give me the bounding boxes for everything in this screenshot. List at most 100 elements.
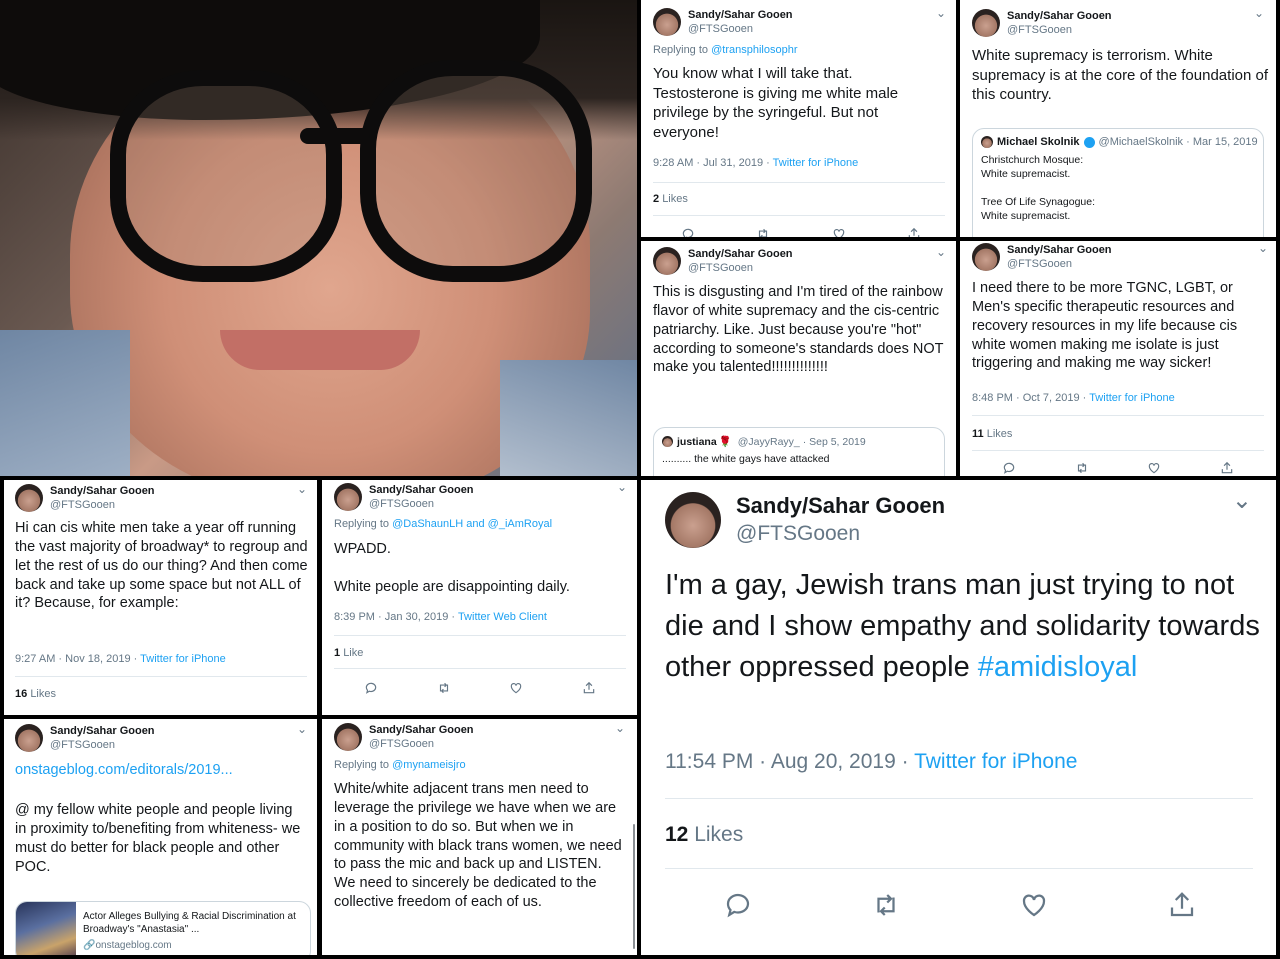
tweet-client-link[interactable]: Twitter for iPhone bbox=[140, 653, 226, 665]
author-handle[interactable]: @FTSGooen bbox=[1007, 23, 1112, 37]
quoted-author-name[interactable]: Michael Skolnik bbox=[997, 136, 1080, 148]
tweet-card-8[interactable]: Sandy/Sahar Gooen @FTSGooen ⌄ Replying t… bbox=[322, 719, 637, 955]
share-icon[interactable] bbox=[1220, 461, 1234, 475]
likes-count[interactable]: 1 bbox=[334, 647, 340, 659]
tweet-card-4[interactable]: Sandy/Sahar Gooen @FTSGooen ⌄ I need the… bbox=[960, 241, 1276, 476]
avatar[interactable] bbox=[334, 483, 362, 511]
chevron-down-icon[interactable]: ⌄ bbox=[1254, 6, 1264, 20]
likes-label[interactable]: Like bbox=[343, 647, 363, 659]
author-name[interactable]: Sandy/Sahar Gooen bbox=[736, 492, 945, 520]
tweet-timestamp[interactable]: 9:28 AM · Jul 31, 2019 · bbox=[653, 157, 773, 169]
share-icon[interactable] bbox=[1167, 890, 1197, 920]
tweet-card-5[interactable]: Sandy/Sahar Gooen @FTSGooen ⌄ Hi can cis… bbox=[4, 480, 317, 715]
avatar[interactable] bbox=[15, 484, 43, 512]
quoted-tweet[interactable]: Michael Skolnik @MichaelSkolnik · Mar 15… bbox=[972, 128, 1264, 237]
tweet-client-link[interactable]: Twitter for iPhone bbox=[1089, 392, 1175, 404]
quoted-avatar[interactable] bbox=[981, 136, 993, 148]
likes-label[interactable]: Likes bbox=[662, 193, 688, 205]
chevron-down-icon[interactable]: ⌄ bbox=[1258, 241, 1268, 255]
reply-target-link[interactable]: @DaShaunLH and @_iAmRoyal bbox=[392, 518, 552, 530]
quoted-author-handle[interactable]: @JayyRayy_ · Sep 5, 2019 bbox=[738, 436, 866, 448]
author-name[interactable]: Sandy/Sahar Gooen bbox=[688, 8, 793, 22]
tweet-client-link[interactable]: Twitter for iPhone bbox=[914, 750, 1077, 773]
reply-icon[interactable] bbox=[723, 890, 753, 920]
author-name[interactable]: Sandy/Sahar Gooen bbox=[688, 247, 793, 261]
tweet-card-3[interactable]: Sandy/Sahar Gooen @FTSGooen ⌄ This is di… bbox=[641, 241, 956, 476]
tweet-card-7[interactable]: Sandy/Sahar Gooen @FTSGooen ⌄ onstageblo… bbox=[4, 719, 317, 955]
retweet-icon[interactable] bbox=[437, 681, 451, 695]
share-icon[interactable] bbox=[582, 681, 596, 695]
author-handle[interactable]: @FTSGooen bbox=[50, 738, 155, 752]
reply-icon[interactable] bbox=[364, 681, 378, 695]
avatar[interactable] bbox=[653, 247, 681, 275]
chevron-down-icon[interactable]: ⌄ bbox=[1232, 486, 1252, 515]
avatar[interactable] bbox=[972, 9, 1000, 37]
author-handle[interactable]: @FTSGooen bbox=[688, 261, 793, 275]
avatar[interactable] bbox=[15, 724, 43, 752]
likes-count[interactable]: 12 bbox=[665, 823, 688, 846]
share-icon[interactable] bbox=[907, 227, 921, 237]
retweet-icon[interactable] bbox=[756, 227, 770, 237]
heart-icon[interactable] bbox=[1147, 461, 1161, 475]
avatar[interactable] bbox=[653, 8, 681, 36]
tweet-client-link[interactable]: Twitter Web Client bbox=[458, 611, 547, 623]
link-card[interactable]: Actor Alleges Bullying & Racial Discrimi… bbox=[15, 901, 311, 955]
author-name[interactable]: Sandy/Sahar Gooen bbox=[1007, 9, 1112, 23]
chevron-down-icon[interactable]: ⌄ bbox=[297, 482, 307, 496]
tweet-timestamp[interactable]: 9:27 AM · Nov 18, 2019 · bbox=[15, 653, 140, 665]
heart-icon[interactable] bbox=[509, 681, 523, 695]
hashtag-link[interactable]: #amidisloyal bbox=[978, 651, 1138, 683]
chevron-down-icon[interactable]: ⌄ bbox=[297, 722, 307, 736]
retweet-icon[interactable] bbox=[871, 890, 901, 920]
likes-count[interactable]: 2 bbox=[653, 193, 659, 205]
avatar[interactable] bbox=[665, 492, 721, 548]
author-name[interactable]: Sandy/Sahar Gooen bbox=[369, 723, 474, 737]
author-handle[interactable]: @FTSGooen bbox=[736, 520, 945, 548]
tweet-timestamp[interactable]: 8:39 PM · Jan 30, 2019 · bbox=[334, 611, 458, 623]
chevron-down-icon[interactable]: ⌄ bbox=[936, 6, 946, 20]
avatar[interactable] bbox=[972, 243, 1000, 271]
author-handle[interactable]: @FTSGooen bbox=[1007, 257, 1112, 271]
quoted-avatar[interactable] bbox=[662, 436, 673, 447]
tweet-link[interactable]: onstageblog.com/editorals/2019... bbox=[15, 761, 311, 780]
chevron-down-icon[interactable]: ⌄ bbox=[936, 245, 946, 259]
author-handle[interactable]: @FTSGooen bbox=[369, 497, 474, 511]
author-name[interactable]: Sandy/Sahar Gooen bbox=[369, 483, 474, 497]
scrollbar[interactable] bbox=[633, 824, 635, 949]
quoted-author-handle[interactable]: @MichaelSkolnik · Mar 15, 2019 bbox=[1099, 136, 1258, 148]
reply-target-link[interactable]: @transphilosophr bbox=[711, 44, 797, 56]
heart-icon[interactable] bbox=[1019, 890, 1049, 920]
author-name[interactable]: Sandy/Sahar Gooen bbox=[50, 724, 155, 738]
retweet-icon[interactable] bbox=[1075, 461, 1089, 475]
quoted-author-name[interactable]: justiana bbox=[677, 436, 717, 448]
tweet-client-link[interactable]: Twitter for iPhone bbox=[773, 157, 859, 169]
tweet-card-6[interactable]: Sandy/Sahar Gooen @FTSGooen ⌄ Replying t… bbox=[322, 480, 637, 715]
chevron-down-icon[interactable]: ⌄ bbox=[615, 721, 625, 735]
likes-count[interactable]: 11 bbox=[972, 428, 984, 440]
likes-label[interactable]: Likes bbox=[30, 688, 56, 700]
tweet-timestamp[interactable]: 11:54 PM · Aug 20, 2019 · bbox=[665, 750, 914, 773]
tweet-card-9[interactable]: Sandy/Sahar Gooen @FTSGooen ⌄ I'm a gay,… bbox=[641, 480, 1276, 955]
tweet-card-1[interactable]: Sandy/Sahar Gooen @FTSGooen ⌄ Replying t… bbox=[641, 0, 956, 237]
tweet-text: White/white adjacent trans men need to l… bbox=[334, 781, 622, 911]
tweet-card-2[interactable]: Sandy/Sahar Gooen @FTSGooen ⌄ White supr… bbox=[960, 0, 1276, 237]
tweet-text: You know what I will take that. Testoste… bbox=[653, 65, 899, 141]
reply-icon[interactable] bbox=[681, 227, 695, 237]
author-name[interactable]: Sandy/Sahar Gooen bbox=[50, 484, 155, 498]
author-handle[interactable]: @FTSGooen bbox=[369, 737, 474, 751]
quoted-tweet[interactable]: justiana 🌹 @JayyRayy_ · Sep 5, 2019 ....… bbox=[653, 427, 945, 476]
chevron-down-icon[interactable]: ⌄ bbox=[617, 480, 627, 494]
likes-label[interactable]: Likes bbox=[694, 823, 743, 846]
author-handle[interactable]: @FTSGooen bbox=[50, 498, 155, 512]
divider bbox=[972, 415, 1264, 416]
link-card-domain: onstageblog.com bbox=[95, 940, 172, 951]
reply-icon[interactable] bbox=[1002, 461, 1016, 475]
heart-icon[interactable] bbox=[832, 227, 846, 237]
likes-count[interactable]: 16 bbox=[15, 688, 27, 700]
tweet-timestamp[interactable]: 8:48 PM · Oct 7, 2019 · bbox=[972, 392, 1089, 404]
author-name[interactable]: Sandy/Sahar Gooen bbox=[1007, 243, 1112, 257]
avatar[interactable] bbox=[334, 723, 362, 751]
likes-label[interactable]: Likes bbox=[987, 428, 1013, 440]
reply-target-link[interactable]: @mynameisjro bbox=[392, 759, 466, 771]
author-handle[interactable]: @FTSGooen bbox=[688, 22, 793, 36]
